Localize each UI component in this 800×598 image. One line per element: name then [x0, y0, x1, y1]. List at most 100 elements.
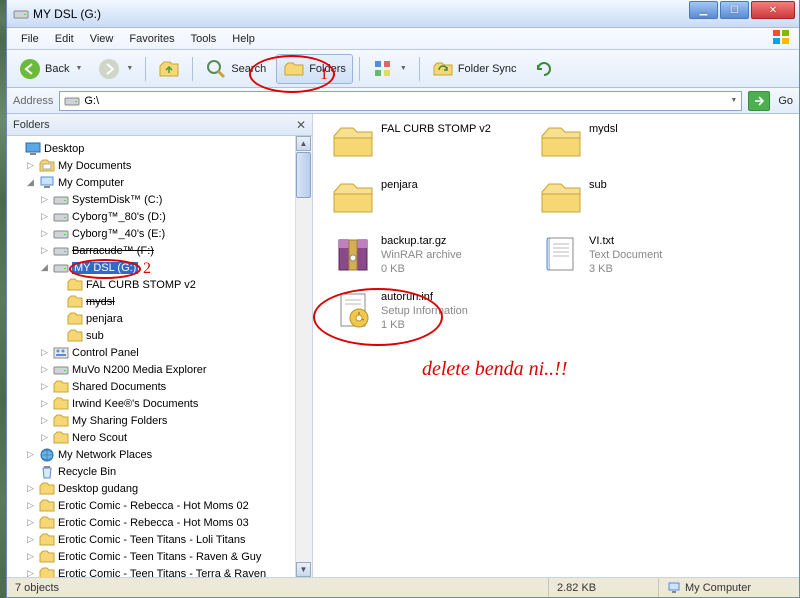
- tree-desk-folder-2[interactable]: ▷ Erotic Comic - Rebecca - Hot Moms 03: [9, 514, 310, 531]
- file-item-0[interactable]: FAL CURB STOMP v2: [331, 122, 491, 162]
- tree-node-icon: [67, 328, 83, 344]
- tree-my-documents[interactable]: ▷ My Documents: [9, 157, 310, 174]
- menu-help[interactable]: Help: [224, 31, 263, 47]
- tree-node-icon: [53, 209, 69, 225]
- expand-icon[interactable]: ▷: [39, 347, 50, 358]
- scroll-down-button[interactable]: ▼: [296, 562, 311, 577]
- menu-view[interactable]: View: [82, 31, 122, 47]
- tree-g-child-2[interactable]: penjara: [9, 310, 310, 327]
- file-item-1[interactable]: mydsl: [539, 122, 618, 162]
- expand-icon[interactable]: ▷: [25, 160, 36, 171]
- expand-icon[interactable]: ▷: [39, 398, 50, 409]
- tree-desk-folder-5[interactable]: ▷ Erotic Comic - Teen Titans - Terra & R…: [9, 565, 310, 577]
- expand-icon[interactable]: ▷: [25, 500, 36, 511]
- back-button[interactable]: Back ▼: [13, 55, 88, 83]
- menu-file[interactable]: File: [13, 31, 47, 47]
- address-field[interactable]: G:\ ▼: [59, 91, 742, 111]
- expand-icon[interactable]: ▷: [39, 432, 50, 443]
- folders-button[interactable]: Folders: [276, 54, 353, 84]
- rar-icon: [331, 234, 375, 274]
- close-pane-button[interactable]: ✕: [296, 118, 306, 132]
- folder-tree[interactable]: Desktop ▷ My Documents ◢ My Computer ▷ S…: [7, 136, 312, 577]
- tree-node-icon: [53, 413, 69, 429]
- folder-icon: [539, 178, 583, 218]
- tree-other-0[interactable]: ▷ Control Panel: [9, 344, 310, 361]
- tree-network-places[interactable]: ▷ My Network Places: [9, 446, 310, 463]
- expand-icon[interactable]: ▷: [39, 194, 50, 205]
- forward-button[interactable]: ▼: [92, 55, 139, 83]
- refresh-icon: [533, 58, 555, 80]
- folder-sync-button[interactable]: Folder Sync: [426, 55, 523, 83]
- tree-other-1[interactable]: ▷ MuVo N200 Media Explorer: [9, 361, 310, 378]
- tree-my-computer[interactable]: ◢ My Computer: [9, 174, 310, 191]
- chevron-down-icon: ▼: [126, 65, 133, 72]
- menu-edit[interactable]: Edit: [47, 31, 82, 47]
- tree-other-2[interactable]: ▷ Shared Documents: [9, 378, 310, 395]
- menu-tools[interactable]: Tools: [183, 31, 225, 47]
- expand-icon[interactable]: ▷: [25, 568, 36, 577]
- tree-desktop[interactable]: Desktop: [9, 140, 310, 157]
- menu-favorites[interactable]: Favorites: [121, 31, 182, 47]
- tree-other-5[interactable]: ▷ Nero Scout: [9, 429, 310, 446]
- tree-drive-e[interactable]: ▷ Cyborg™_40's (E:): [9, 225, 310, 242]
- tree-drive-f[interactable]: ▷ Barracude™ (F:): [9, 242, 310, 259]
- back-icon: [19, 58, 41, 80]
- file-item-5[interactable]: VI.txt Text Document 3 KB: [539, 234, 662, 276]
- expand-icon[interactable]: ▷: [39, 245, 50, 256]
- folders-icon: [283, 58, 305, 80]
- expand-icon[interactable]: ▷: [25, 551, 36, 562]
- scrollbar[interactable]: ▲ ▼: [295, 136, 312, 577]
- expand-icon[interactable]: ▷: [39, 211, 50, 222]
- expand-icon[interactable]: ▷: [25, 534, 36, 545]
- go-button[interactable]: [748, 91, 770, 111]
- computer-icon: [667, 581, 681, 595]
- folder-icon: [539, 122, 583, 162]
- expand-icon[interactable]: ▷: [39, 381, 50, 392]
- search-button[interactable]: Search: [199, 55, 272, 83]
- expand-icon[interactable]: ▷: [25, 449, 36, 460]
- up-button[interactable]: [152, 55, 186, 83]
- tree-node-icon: [67, 294, 83, 310]
- expand-icon[interactable]: ▷: [25, 517, 36, 528]
- folder-icon: [331, 122, 375, 162]
- tree-desk-folder-0[interactable]: ▷ Desktop gudang: [9, 480, 310, 497]
- file-item-6[interactable]: autorun.inf Setup Information 1 KB: [331, 290, 468, 332]
- titlebar[interactable]: MY DSL (G:) ▁ ☐ ✕: [7, 0, 799, 28]
- tree-g-child-1[interactable]: mydsl: [9, 293, 310, 310]
- tree-node-icon: [53, 396, 69, 412]
- tree-other-4[interactable]: ▷ My Sharing Folders: [9, 412, 310, 429]
- tree-recycle-bin[interactable]: Recycle Bin: [9, 463, 310, 480]
- sync-refresh-button[interactable]: [527, 55, 561, 83]
- tree-other-3[interactable]: ▷ Irwind Kee®'s Documents: [9, 395, 310, 412]
- chevron-down-icon: ▼: [75, 65, 82, 72]
- tree-desk-folder-3[interactable]: ▷ Erotic Comic - Teen Titans - Loli Tita…: [9, 531, 310, 548]
- tree-drive-d[interactable]: ▷ Cyborg™_80's (D:): [9, 208, 310, 225]
- expand-icon[interactable]: ◢: [25, 177, 36, 188]
- views-button[interactable]: ▼: [366, 55, 413, 83]
- expand-icon[interactable]: ▷: [39, 364, 50, 375]
- close-button[interactable]: ✕: [751, 1, 795, 19]
- drive-icon: [64, 93, 80, 109]
- tree-desk-folder-4[interactable]: ▷ Erotic Comic - Teen Titans - Raven & G…: [9, 548, 310, 565]
- tree-node-icon: [67, 311, 83, 327]
- content-pane[interactable]: FAL CURB STOMP v2 mydsl penjara sub back…: [313, 114, 799, 577]
- scroll-thumb[interactable]: [296, 152, 311, 198]
- scroll-up-button[interactable]: ▲: [296, 136, 311, 151]
- tree-node-icon: [39, 481, 55, 497]
- tree-g-child-3[interactable]: sub: [9, 327, 310, 344]
- tree-g-child-0[interactable]: FAL CURB STOMP v2: [9, 276, 310, 293]
- expand-icon[interactable]: ◢: [39, 262, 50, 273]
- minimize-button[interactable]: ▁: [689, 1, 718, 19]
- file-item-2[interactable]: penjara: [331, 178, 418, 218]
- expand-icon[interactable]: ▷: [25, 483, 36, 494]
- file-item-3[interactable]: sub: [539, 178, 607, 218]
- tree-drive-g[interactable]: ◢ MY DSL (G:): [9, 259, 310, 276]
- tree-node-icon: [53, 192, 69, 208]
- tree-drive-c[interactable]: ▷ SystemDisk™ (C:): [9, 191, 310, 208]
- chevron-down-icon[interactable]: ▼: [730, 97, 737, 104]
- file-item-4[interactable]: backup.tar.gz WinRAR archive 0 KB: [331, 234, 462, 276]
- maximize-button[interactable]: ☐: [720, 1, 749, 19]
- expand-icon[interactable]: ▷: [39, 415, 50, 426]
- expand-icon[interactable]: ▷: [39, 228, 50, 239]
- tree-desk-folder-1[interactable]: ▷ Erotic Comic - Rebecca - Hot Moms 02: [9, 497, 310, 514]
